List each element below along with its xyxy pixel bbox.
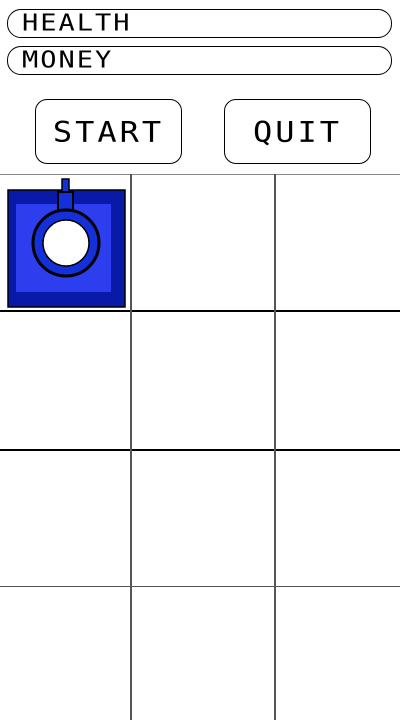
grid-line-horizontal [0, 586, 400, 587]
board-cell-r2-c2[interactable] [131, 311, 275, 450]
board-cell-r3-c3[interactable] [275, 450, 400, 587]
grid-line-horizontal [0, 174, 400, 175]
board-cell-r2-c3[interactable] [275, 311, 400, 450]
board-cell-r4-c3[interactable] [275, 587, 400, 720]
start-button-label: START [52, 114, 165, 149]
game-board [0, 174, 400, 720]
health-bar: HEALTH [7, 9, 392, 38]
board-cell-r2-c1[interactable] [0, 311, 131, 450]
quit-button[interactable]: QUIT [224, 99, 371, 164]
game-screen: HEALTH MONEY START QUIT [0, 0, 400, 720]
cannon-tower[interactable] [7, 177, 126, 309]
grid-line-vertical [274, 174, 276, 720]
money-label: MONEY [22, 47, 114, 74]
start-button[interactable]: START [35, 99, 182, 164]
board-cell-r4-c2[interactable] [131, 587, 275, 720]
money-bar: MONEY [7, 46, 392, 75]
board-cell-r3-c2[interactable] [131, 450, 275, 587]
grid-line-vertical [130, 174, 132, 720]
cannon-tower-icon [7, 178, 126, 308]
grid-line-horizontal [0, 449, 400, 451]
quit-button-label: QUIT [252, 114, 343, 149]
board-cell-r1-c2[interactable] [131, 174, 275, 311]
grid-line-horizontal [0, 310, 400, 312]
health-label: HEALTH [22, 10, 132, 37]
board-cell-r3-c1[interactable] [0, 450, 131, 587]
board-cell-r1-c3[interactable] [275, 174, 400, 311]
board-cell-r4-c1[interactable] [0, 587, 131, 720]
